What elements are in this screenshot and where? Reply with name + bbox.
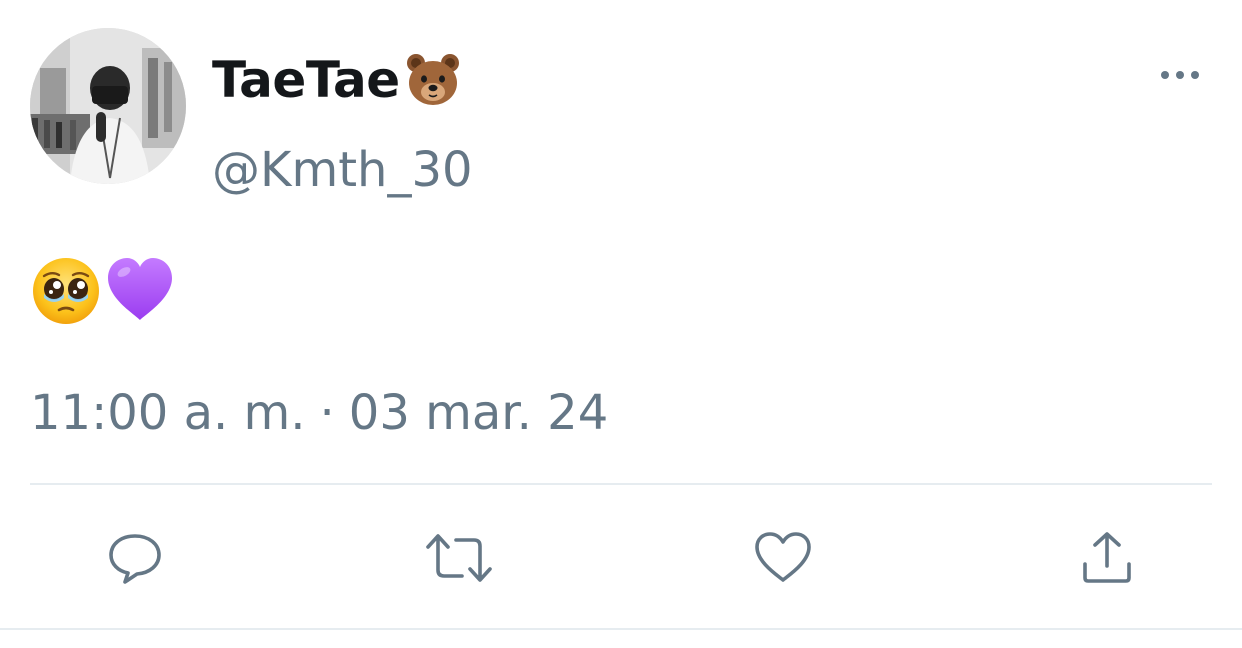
avatar[interactable] (30, 28, 186, 184)
more-dots-icon (1161, 71, 1199, 79)
like-button[interactable] (745, 520, 821, 596)
divider (30, 483, 1212, 485)
retweet-button[interactable] (421, 520, 497, 596)
tweet-time: 11:00 a. m. (30, 385, 306, 441)
tweet-text (30, 252, 176, 328)
divider-bottom (0, 628, 1242, 630)
heart-outline-icon (755, 532, 811, 582)
retweet-icon (426, 534, 492, 582)
share-icon (1083, 532, 1131, 583)
tweet-card: TaeTae @Kmth_30 11:00 a. m. · 03 mar. 24 (0, 0, 1242, 648)
share-button[interactable] (1069, 520, 1145, 596)
purple-heart-icon (104, 254, 176, 326)
tweet-date: 03 mar. 24 (348, 385, 609, 441)
reply-icon (109, 534, 161, 584)
tweet-timestamp[interactable]: 11:00 a. m. · 03 mar. 24 (30, 385, 608, 441)
timestamp-separator: · (319, 385, 335, 441)
more-options-button[interactable] (1148, 56, 1212, 94)
action-bar (0, 520, 1242, 596)
display-name[interactable]: TaeTae (212, 48, 462, 112)
user-handle[interactable]: @Kmth_30 (212, 142, 473, 198)
display-name-text: TaeTae (212, 51, 400, 109)
bear-face-icon (404, 51, 462, 109)
avatar-image (30, 28, 186, 184)
reply-button[interactable] (97, 520, 173, 596)
pleading-face-icon (30, 254, 102, 326)
